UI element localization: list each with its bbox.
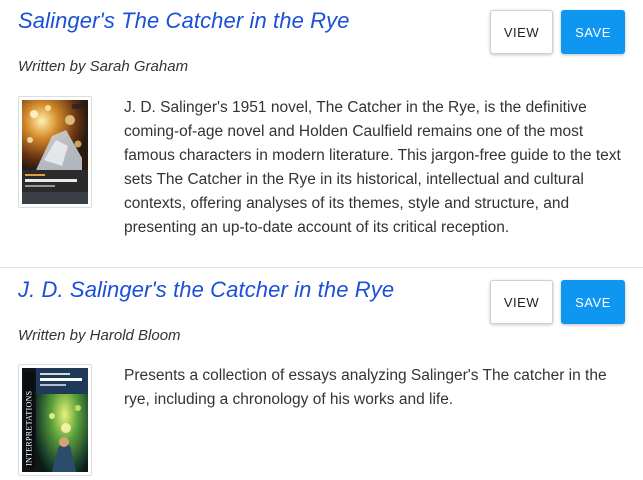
result-card: Salinger's The Catcher in the Rye VIEW S… — [0, 0, 643, 268]
view-button[interactable]: VIEW — [490, 280, 553, 324]
book-description: J. D. Salinger's 1951 novel, The Catcher… — [124, 99, 621, 236]
cover-art — [22, 100, 88, 204]
svg-text:INTERPRETATIONS: INTERPRETATIONS — [25, 391, 34, 466]
save-button[interactable]: SAVE — [561, 10, 625, 54]
book-title-link[interactable]: Salinger's The Catcher in the Rye — [18, 8, 350, 34]
search-results: Salinger's The Catcher in the Rye VIEW S… — [0, 0, 643, 480]
view-button[interactable]: VIEW — [490, 10, 553, 54]
cover-art: INTERPRETATIONS — [22, 368, 88, 472]
book-title-link[interactable]: J. D. Salinger's the Catcher in the Rye — [18, 277, 394, 303]
book-cover-image[interactable]: INTERPRETATIONS — [18, 364, 92, 476]
result-card: J. D. Salinger's the Catcher in the Rye … — [0, 269, 643, 480]
book-description: Presents a collection of essays analyzin… — [124, 367, 607, 408]
book-author: Written by Harold Bloom — [18, 327, 181, 344]
book-cover-image[interactable] — [18, 96, 92, 208]
save-button[interactable]: SAVE — [561, 280, 625, 324]
book-author: Written by Sarah Graham — [18, 58, 189, 75]
